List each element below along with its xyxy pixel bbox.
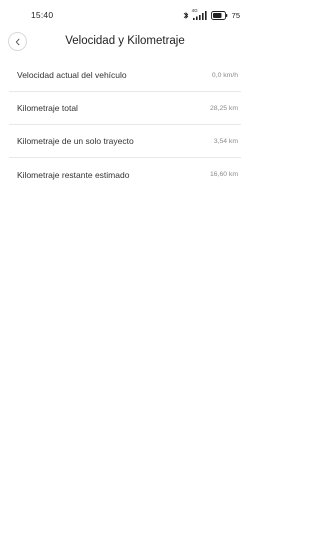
list-item-label: Kilometraje de un solo trayecto	[17, 136, 134, 146]
list-item-trip-mileage: Kilometraje de un solo trayecto 3,54 km	[9, 125, 241, 158]
list-item-value: 16,60 km	[210, 171, 238, 178]
list-item-label: Kilometraje restante estimado	[17, 169, 130, 180]
battery-icon	[210, 10, 228, 20]
list-item-value: 3,54 km	[213, 137, 238, 145]
list-item-value: 0,0 km/h	[211, 71, 238, 79]
list-item-label: Velocidad actual del vehículo	[17, 70, 127, 80]
battery-percentage: 75	[231, 10, 240, 20]
stats-list: Velocidad actual del vehículo 0,0 km/h K…	[9, 59, 241, 191]
list-item-total-mileage: Kilometraje total 28,25 km	[9, 92, 241, 125]
page-title: Velocidad y Kilometraje	[65, 35, 185, 47]
bluetooth-icon	[183, 11, 189, 20]
status-bar: 15:40 4G 75	[0, 0, 250, 28]
list-item-remaining-mileage: Kilometraje restante estimado 16,60 km	[9, 158, 241, 191]
header: Velocidad y Kilometraje	[0, 30, 250, 54]
network-signal-icon: 4G	[192, 8, 208, 21]
status-time: 15:40	[31, 10, 54, 20]
list-item-value: 28,25 km	[210, 104, 238, 112]
list-item-label: Kilometraje total	[17, 103, 78, 113]
status-icons: 4G 75	[183, 8, 240, 21]
list-item-current-speed: Velocidad actual del vehículo 0,0 km/h	[9, 59, 241, 92]
